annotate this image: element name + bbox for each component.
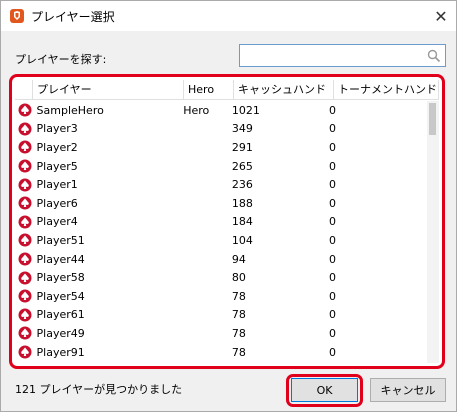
- vertical-scrollbar[interactable]: [427, 101, 439, 363]
- player-name-cell: Player4: [36, 215, 78, 229]
- cash-hands-cell: 104: [231, 233, 253, 247]
- cash-hands-cell: 291: [231, 140, 253, 154]
- pokerstars-spade-icon: [15, 103, 33, 117]
- column-header-hero[interactable]: Hero: [184, 80, 234, 100]
- status-text: 121 プレイヤーが見つかりました: [15, 383, 183, 396]
- tournament-hands-cell: 0: [328, 252, 336, 266]
- player-name-cell: Player54: [36, 289, 85, 303]
- search-box[interactable]: [239, 44, 446, 67]
- pokerstars-spade-icon: [15, 271, 33, 285]
- tournament-hands-cell: 0: [328, 233, 336, 247]
- column-header-cash-hands[interactable]: キャッシュハンド: [234, 80, 334, 100]
- tournament-hands-cell: 0: [328, 326, 336, 340]
- tournament-hands-cell: 0: [328, 103, 336, 117]
- player-name-cell: Player5: [36, 159, 78, 173]
- column-header-icon[interactable]: [15, 80, 33, 100]
- title-bar: プレイヤー選択 ✕: [1, 1, 456, 31]
- cash-hands-cell: 94: [231, 252, 246, 266]
- player-name-cell: Player51: [36, 233, 85, 247]
- cash-hands-cell: 78: [231, 289, 246, 303]
- pokerstars-spade-icon: [15, 326, 33, 340]
- player-name-cell: Player1: [36, 178, 78, 192]
- cash-hands-cell: 78: [231, 345, 246, 359]
- table-row[interactable]: Player4 184 0: [15, 213, 427, 232]
- pokerstars-spade-icon: [15, 252, 33, 266]
- scrollbar-thumb[interactable]: [429, 103, 436, 135]
- cash-hands-cell: 184: [231, 215, 253, 229]
- player-name-cell: Player2: [36, 140, 78, 154]
- cash-hands-cell: 349: [231, 122, 253, 136]
- ok-button[interactable]: OK: [291, 378, 358, 402]
- cash-hands-cell: 78: [231, 326, 246, 340]
- table-row[interactable]: Player54 78 0: [15, 287, 427, 306]
- close-icon: ✕: [434, 6, 448, 26]
- table-row[interactable]: Player2 291 0: [15, 138, 427, 157]
- player-name-cell: Player61: [36, 308, 85, 322]
- table-header: プレイヤー Hero キャッシュハンド トーナメントハンド: [15, 80, 439, 100]
- player-name-cell: Player91: [36, 345, 85, 359]
- tournament-hands-cell: 0: [328, 196, 336, 210]
- player-name-cell: SampleHero: [36, 103, 104, 117]
- pokerstars-spade-icon: [15, 140, 33, 154]
- pokerstars-spade-icon: [15, 178, 33, 192]
- table-row[interactable]: SampleHero Hero 1021 0: [15, 101, 427, 120]
- table-row[interactable]: Player51 104 0: [15, 231, 427, 250]
- tournament-hands-cell: 0: [328, 122, 336, 136]
- holdem-manager-icon: [10, 9, 24, 23]
- pokerstars-spade-icon: [15, 308, 33, 322]
- search-icon[interactable]: [427, 49, 441, 63]
- column-header-tournament-hands[interactable]: トーナメントハンド: [334, 80, 439, 100]
- table-row[interactable]: Player6 188 0: [15, 194, 427, 213]
- tournament-hands-cell: 0: [328, 159, 336, 173]
- cash-hands-cell: 1021: [231, 103, 260, 117]
- tournament-hands-cell: 0: [328, 308, 336, 322]
- table-row[interactable]: Player44 94 0: [15, 250, 427, 269]
- search-label: プレイヤーを探す:: [15, 53, 107, 66]
- player-table: プレイヤー Hero キャッシュハンド トーナメントハンド SampleHero…: [15, 80, 439, 363]
- table-row[interactable]: Player50780: [15, 361, 427, 363]
- tournament-hands-cell: 0: [328, 140, 336, 154]
- pokerstars-spade-icon: [15, 196, 33, 210]
- tournament-hands-cell: 0: [328, 178, 336, 192]
- pokerstars-spade-icon: [15, 289, 33, 303]
- tournament-hands-cell: 0: [328, 215, 336, 229]
- cash-hands-cell: 78: [231, 308, 246, 322]
- pokerstars-spade-icon: [15, 215, 33, 229]
- tournament-hands-cell: 0: [328, 289, 336, 303]
- search-input[interactable]: [243, 47, 423, 64]
- cash-hands-cell: 265: [231, 159, 253, 173]
- table-row[interactable]: Player91 78 0: [15, 343, 427, 362]
- player-name-cell: Player49: [36, 326, 85, 340]
- table-row[interactable]: Player3 349 0: [15, 120, 427, 139]
- table-row[interactable]: Player61 78 0: [15, 306, 427, 325]
- column-header-player[interactable]: プレイヤー: [33, 80, 184, 100]
- player-name-cell: Player44: [36, 252, 85, 266]
- player-select-dialog: プレイヤー選択 ✕ プレイヤーを探す: プレイヤー Hero キャッシュハンド …: [0, 0, 457, 412]
- pokerstars-spade-icon: [15, 122, 33, 136]
- player-name-cell: Player3: [36, 122, 78, 136]
- table-body: SampleHero Hero 1021 0 Player3 349 0 Player2 291…: [15, 101, 427, 363]
- cash-hands-cell: 188: [231, 196, 253, 210]
- tournament-hands-cell: 0: [328, 271, 336, 285]
- tournament-hands-cell: 0: [328, 345, 336, 359]
- pokerstars-spade-icon: [15, 159, 33, 173]
- cash-hands-cell: 80: [231, 271, 246, 285]
- table-row[interactable]: Player5 265 0: [15, 157, 427, 176]
- window-title: プレイヤー選択: [31, 10, 115, 24]
- table-row[interactable]: Player49 78 0: [15, 324, 427, 343]
- hero-cell: Hero: [183, 103, 210, 117]
- pokerstars-spade-icon: [15, 233, 33, 247]
- player-name-cell: Player58: [36, 271, 85, 285]
- close-button[interactable]: ✕: [426, 1, 456, 31]
- cancel-button[interactable]: キャンセル: [370, 378, 446, 402]
- player-name-cell: Player6: [36, 196, 78, 210]
- cash-hands-cell: 236: [231, 178, 253, 192]
- pokerstars-spade-icon: [15, 345, 33, 359]
- player-table-highlight: プレイヤー Hero キャッシュハンド トーナメントハンド SampleHero…: [9, 74, 445, 369]
- table-row[interactable]: Player58 80 0: [15, 268, 427, 287]
- table-row[interactable]: Player1 236 0: [15, 175, 427, 194]
